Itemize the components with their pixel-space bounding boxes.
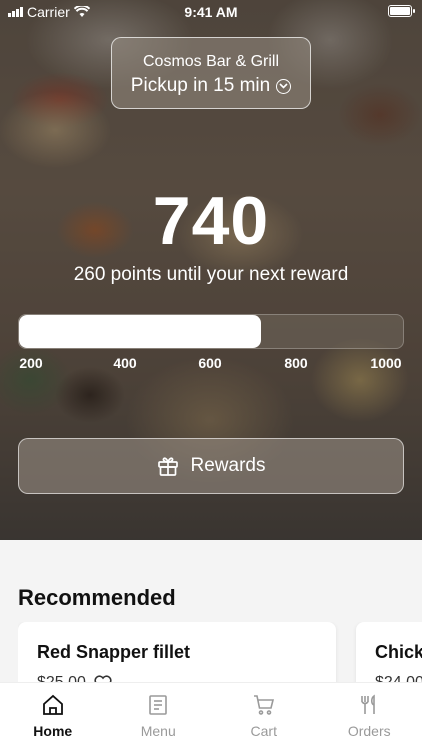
tick-label: 1000 [370,355,402,371]
tab-label: Menu [140,723,176,739]
points-balance: 740 [152,183,270,259]
tick-label: 200 [19,355,43,371]
pickup-row: Pickup in 15 min [112,75,310,97]
points-until-reward: 260 points until your next reward [73,264,349,285]
points-progress-fill [19,315,261,348]
item-name: Red Snapper fillet [37,642,191,662]
rewards-label: Rewards [190,455,266,476]
utensils-icon [361,694,376,714]
status-time: 9:41 AM [184,4,238,20]
points-progress-bar [18,314,404,349]
pickup-time: Pickup in 15 min [130,75,271,96]
gift-icon [157,457,178,476]
tick-label: 800 [284,355,308,371]
restaurant-name: Cosmos Bar & Grill [142,53,280,70]
tab-home[interactable]: Home [8,683,98,750]
menu-icon [149,695,168,715]
location-selector[interactable]: Cosmos Bar & Grill Pickup in 15 min [111,37,311,109]
item-name: Chick [375,642,422,662]
status-bar: Carrier 9:41 AM [0,0,422,24]
cart-icon [253,695,274,715]
tab-orders[interactable]: Orders [324,683,414,750]
tab-label: Orders [347,723,391,739]
progress-ticks: 200 400 600 800 1000 [0,355,422,375]
tab-bar: Home Menu Cart Orders [0,682,422,750]
tick-label: 400 [113,355,137,371]
rewards-button[interactable]: Rewards [18,438,404,494]
chevron-down-icon [276,78,292,94]
tab-menu[interactable]: Menu [113,683,203,750]
home-icon [42,694,63,715]
battery-icon [388,5,415,17]
tab-label: Home [33,723,73,739]
tick-label: 600 [198,355,222,371]
recommended-heading: Recommended [18,585,176,610]
tab-cart[interactable]: Cart [219,683,309,750]
tab-label: Cart [250,723,277,739]
